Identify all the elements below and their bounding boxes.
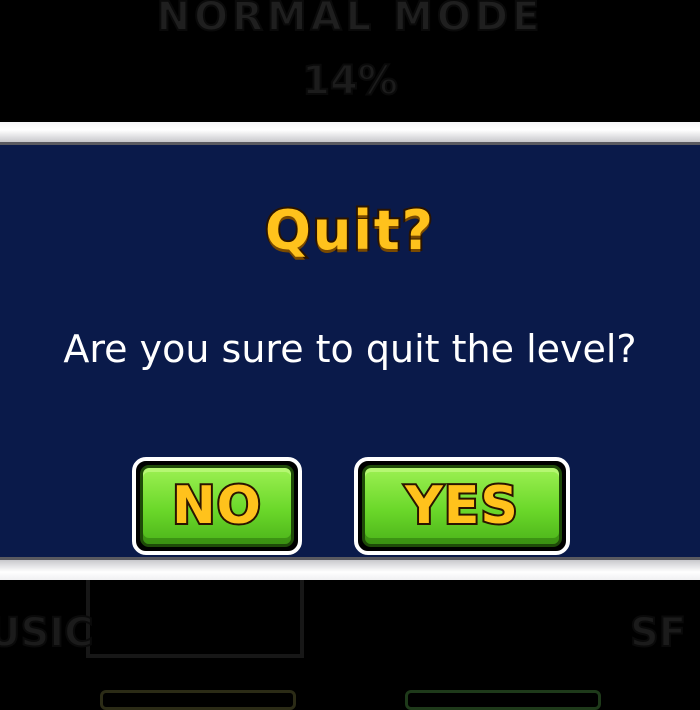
no-button-face: No bbox=[140, 465, 294, 547]
yes-button-face: Yes bbox=[362, 465, 562, 547]
no-button-label: No bbox=[170, 474, 263, 538]
music-slider-bar bbox=[100, 690, 296, 710]
no-button[interactable]: No bbox=[132, 457, 302, 555]
music-label: usic bbox=[0, 609, 95, 657]
progress-percent: 14% bbox=[301, 57, 399, 105]
quit-dialog: Quit? Are you sure to quit the level? No… bbox=[0, 122, 700, 580]
dialog-frame-bottom bbox=[0, 557, 700, 580]
mode-title: Normal Mode bbox=[156, 0, 544, 41]
yes-button-label: Yes bbox=[403, 474, 520, 538]
sfx-label: SF bbox=[629, 609, 687, 657]
dialog-message: Are you sure to quit the level? bbox=[63, 327, 637, 371]
sfx-slider-bar bbox=[405, 690, 601, 710]
dialog-panel: Quit? Are you sure to quit the level? No… bbox=[0, 145, 700, 557]
dialog-title: Quit? bbox=[263, 197, 435, 264]
dialog-frame-top bbox=[0, 122, 700, 145]
yes-button[interactable]: Yes bbox=[354, 457, 570, 555]
slider-frame bbox=[86, 576, 304, 658]
